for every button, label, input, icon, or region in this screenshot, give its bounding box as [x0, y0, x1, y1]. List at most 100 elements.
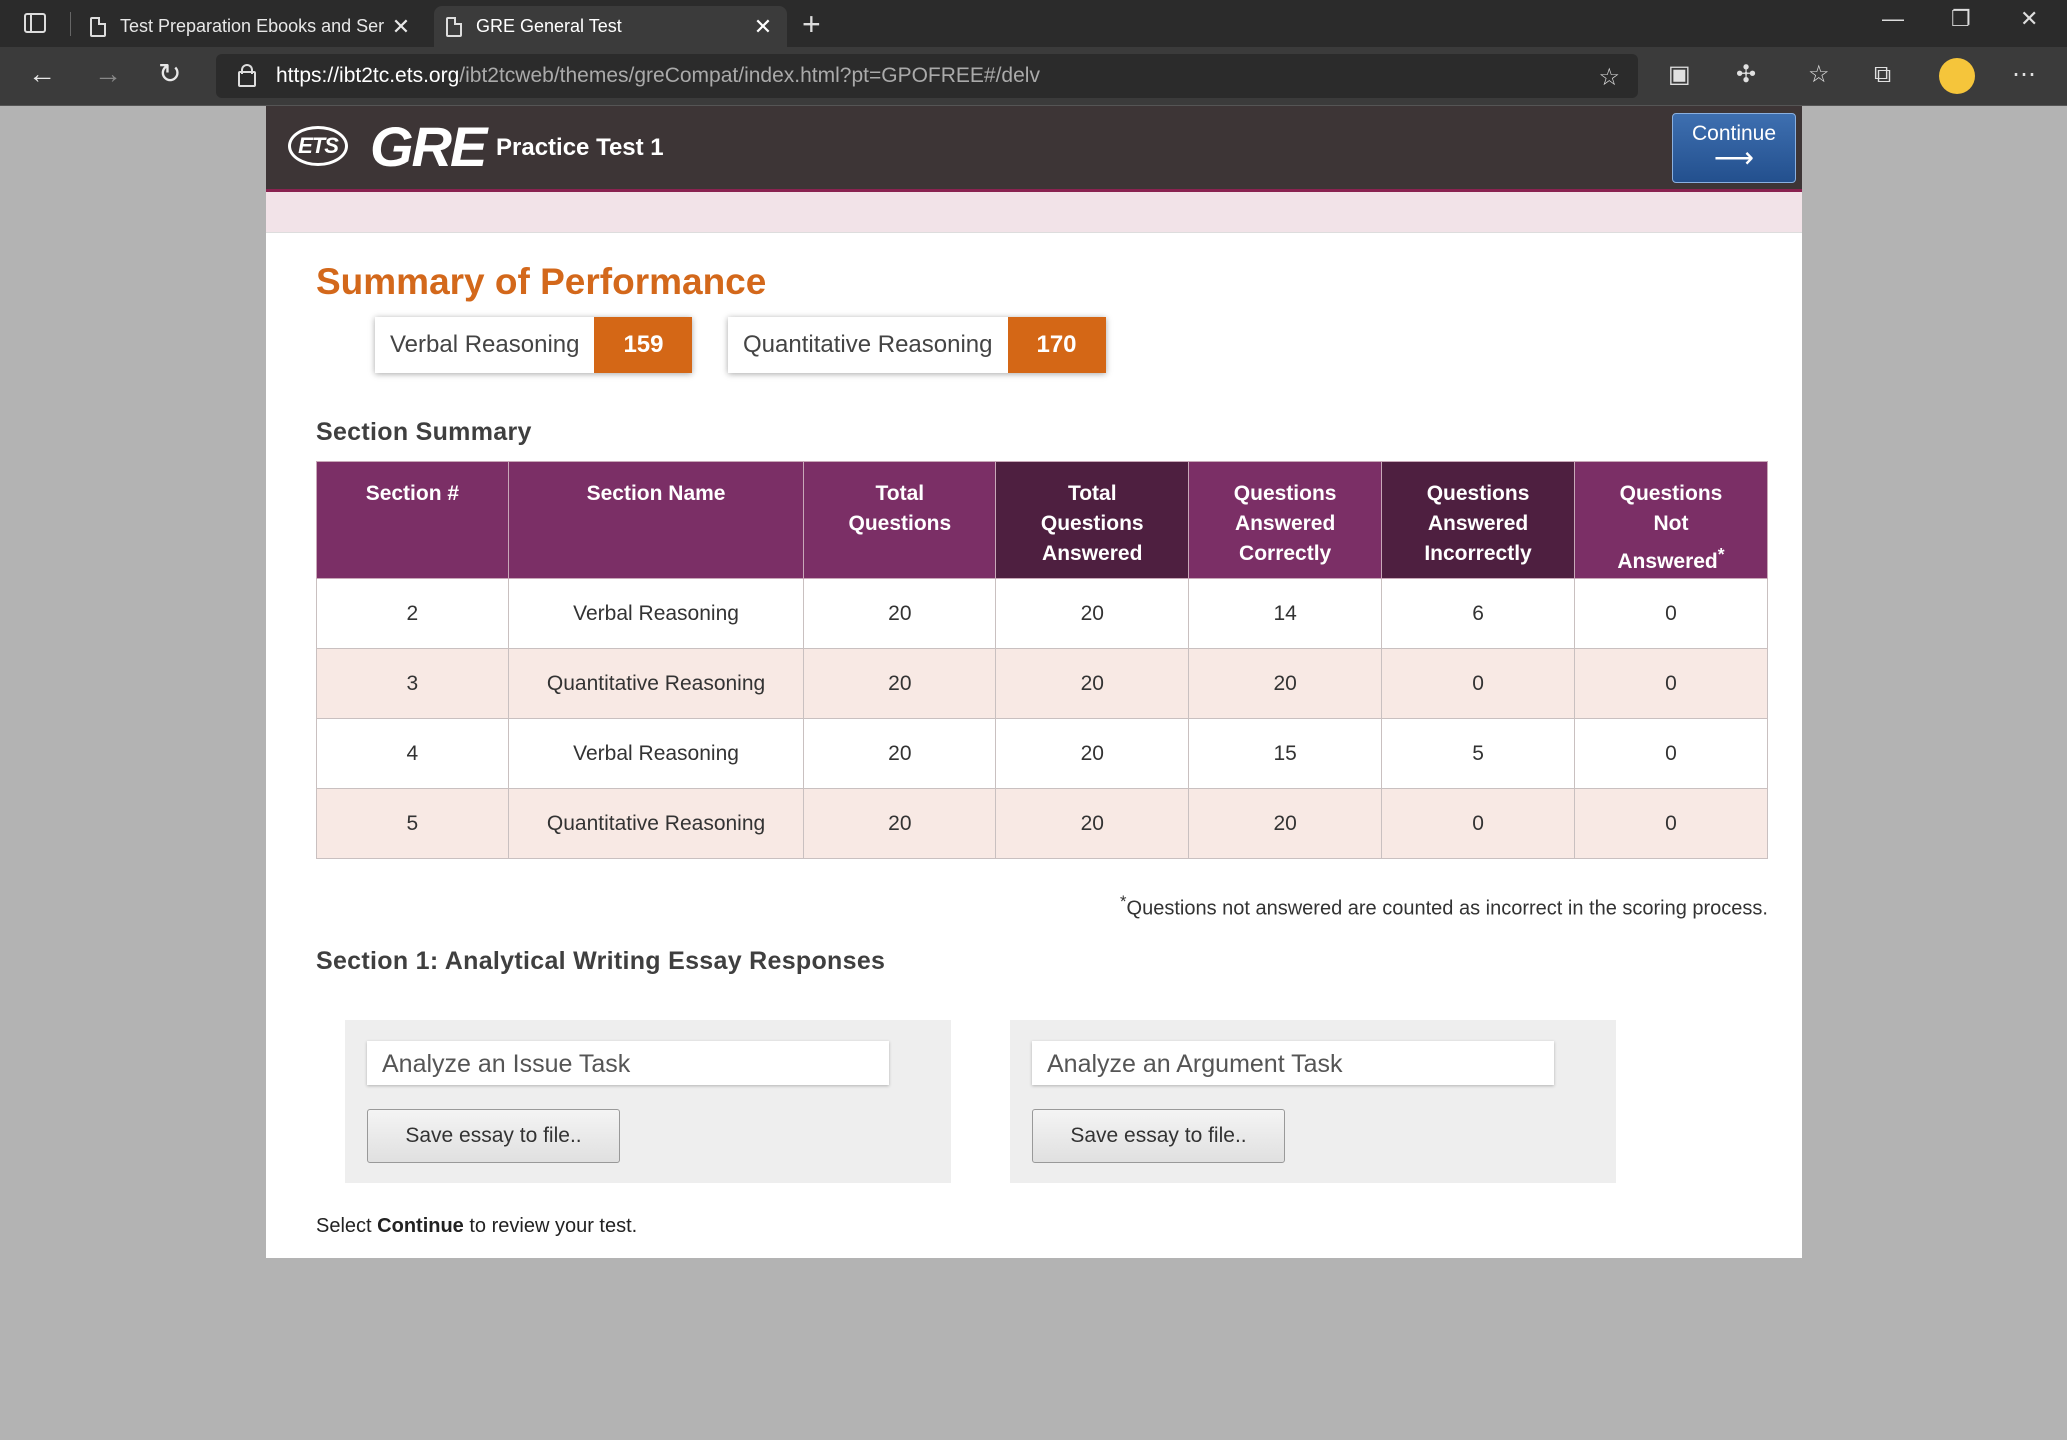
cell: 20 — [803, 648, 997, 719]
instruction-prefix: Select — [316, 1215, 378, 1237]
column-header: Total Questions — [803, 461, 997, 579]
lock-icon[interactable] — [238, 64, 256, 87]
score-value: 170 — [1007, 317, 1106, 373]
cell: 0 — [1573, 648, 1769, 719]
browser-tab-bar: Test Preparation Ebooks and Ser ✕ GRE Ge… — [0, 0, 2067, 47]
test-page: ETS GRE Practice Test 1 Continue ⟶ Summa… — [266, 106, 1802, 1258]
arrow-right-icon: ⟶ — [1713, 142, 1755, 173]
tab-title: GRE General Test — [476, 16, 622, 36]
cell: 14 — [1188, 578, 1383, 649]
instruction-suffix: to review your test. — [463, 1215, 638, 1237]
ets-logo: ETS — [288, 126, 348, 166]
cell: 20 — [995, 648, 1190, 719]
cell: 0 — [1381, 648, 1575, 719]
page-title: Summary of Performance — [316, 261, 767, 302]
save-essay-button[interactable]: Save essay to file.. — [367, 1109, 620, 1163]
cell: Verbal Reasoning — [507, 578, 805, 649]
column-header: Total Questions Answered — [995, 461, 1190, 579]
url-host: https://ibt2tc.ets.org — [276, 64, 460, 87]
cell: Quantitative Reasoning — [507, 788, 805, 859]
column-header: Section # — [316, 461, 509, 579]
table-row: 4 Verbal Reasoning 20 20 15 5 0 — [316, 718, 1769, 789]
avatar[interactable] — [1939, 58, 1975, 94]
cell: Verbal Reasoning — [507, 718, 805, 789]
refresh-icon[interactable]: ↻ — [158, 59, 181, 89]
cell: 20 — [995, 578, 1190, 649]
column-header: Questions Answered Correctly — [1188, 461, 1383, 579]
gre-header: ETS GRE Practice Test 1 Continue ⟶ — [266, 106, 1802, 192]
verbal-score-card: Verbal Reasoning 159 — [375, 317, 693, 373]
score-value: 159 — [594, 317, 693, 373]
section-summary-table: Section # Section Name Total Questions T… — [316, 461, 1769, 859]
url-path: /ibt2tcweb/themes/greCompat/index.html?p… — [459, 64, 1040, 87]
more-options-icon[interactable]: ⋯ — [2012, 61, 2036, 89]
tab-actions-icon[interactable] — [24, 13, 46, 33]
footnote-marker: * — [1717, 544, 1725, 564]
cell: 15 — [1188, 718, 1383, 789]
cell: 0 — [1573, 578, 1769, 649]
section-summary-title: Section Summary — [316, 418, 532, 446]
cell: 0 — [1381, 788, 1575, 859]
browser-toolbar: ← → ↻ https://ibt2tc.ets.org/ibt2tcweb/t… — [0, 47, 2067, 106]
cell: 20 — [803, 788, 997, 859]
tab-title: Test Preparation Ebooks and Ser — [120, 16, 385, 36]
gre-logo: GRE — [370, 115, 487, 178]
task-name: Analyze an Argument Task — [1032, 1041, 1554, 1085]
column-header: Questions Answered Incorrectly — [1381, 461, 1575, 579]
instruction-bold: Continue — [377, 1215, 464, 1237]
browser-tab-test-prep[interactable]: Test Preparation Ebooks and Ser ✕ — [78, 6, 425, 47]
header-band — [266, 192, 1802, 233]
cell: 6 — [1381, 578, 1575, 649]
page-icon — [90, 16, 106, 37]
table-header-row: Section # Section Name Total Questions T… — [316, 461, 1769, 579]
back-icon[interactable]: ← — [28, 59, 56, 89]
cell: 4 — [316, 718, 509, 789]
table-row: 5 Quantitative Reasoning 20 20 20 0 0 — [316, 788, 1769, 859]
cell: 3 — [316, 648, 509, 719]
issue-task-panel: Analyze an Issue Task Save essay to file… — [345, 1020, 951, 1183]
favorites-icon[interactable]: ☆ — [1808, 61, 1830, 89]
table-row: 3 Quantitative Reasoning 20 20 20 0 0 — [316, 648, 1769, 719]
task-name: Analyze an Issue Task — [367, 1041, 889, 1085]
table-row: 2 Verbal Reasoning 20 20 14 6 0 — [316, 578, 1769, 649]
address-bar[interactable]: https://ibt2tc.ets.org/ibt2tcweb/themes/… — [216, 54, 1638, 98]
cell: 5 — [1381, 718, 1575, 789]
score-label: Verbal Reasoning — [390, 331, 580, 358]
close-icon[interactable]: ✕ — [751, 14, 775, 40]
reading-mode-icon[interactable]: ▣ — [1668, 61, 1691, 89]
extensions-icon[interactable]: ✣ — [1736, 61, 1756, 89]
column-header: Questions Not Answered* — [1573, 461, 1769, 579]
cell: 0 — [1573, 788, 1769, 859]
browser-tab-gre[interactable]: GRE General Test ✕ — [434, 6, 787, 47]
restore-icon[interactable]: ❐ — [1951, 6, 1971, 32]
cell: 5 — [316, 788, 509, 859]
test-title: Practice Test 1 — [496, 134, 664, 161]
close-icon[interactable]: ✕ — [389, 14, 413, 40]
argument-task-panel: Analyze an Argument Task Save essay to f… — [1010, 1020, 1616, 1183]
tab-separator — [70, 12, 71, 36]
cell: 2 — [316, 578, 509, 649]
instruction-text: Select Continue to review your test. — [316, 1215, 637, 1238]
column-header: Section Name — [507, 461, 805, 579]
score-label: Quantitative Reasoning — [743, 331, 993, 358]
cell: 0 — [1573, 718, 1769, 789]
cell: 20 — [1188, 648, 1383, 719]
new-tab-icon[interactable]: + — [802, 8, 821, 40]
collections-icon[interactable]: ⧉ — [1874, 61, 1891, 89]
add-favorite-icon[interactable]: ☆ — [1598, 63, 1620, 92]
minimize-icon[interactable]: — — [1882, 6, 1904, 32]
window-close-icon[interactable]: ✕ — [2020, 6, 2038, 32]
cell: 20 — [1188, 788, 1383, 859]
save-essay-button[interactable]: Save essay to file.. — [1032, 1109, 1285, 1163]
cell: 20 — [995, 788, 1190, 859]
forward-icon[interactable]: → — [94, 59, 122, 89]
cell: 20 — [803, 578, 997, 649]
cell: Quantitative Reasoning — [507, 648, 805, 719]
quant-score-card: Quantitative Reasoning 170 — [728, 317, 1106, 373]
page-icon — [446, 16, 462, 37]
essay-section-title: Section 1: Analytical Writing Essay Resp… — [316, 947, 886, 975]
cell: 20 — [995, 718, 1190, 789]
footnote: *Questions not answered are counted as i… — [1120, 892, 1768, 921]
footnote-text: Questions not answered are counted as in… — [1126, 897, 1768, 920]
continue-button[interactable]: Continue ⟶ — [1672, 113, 1796, 183]
